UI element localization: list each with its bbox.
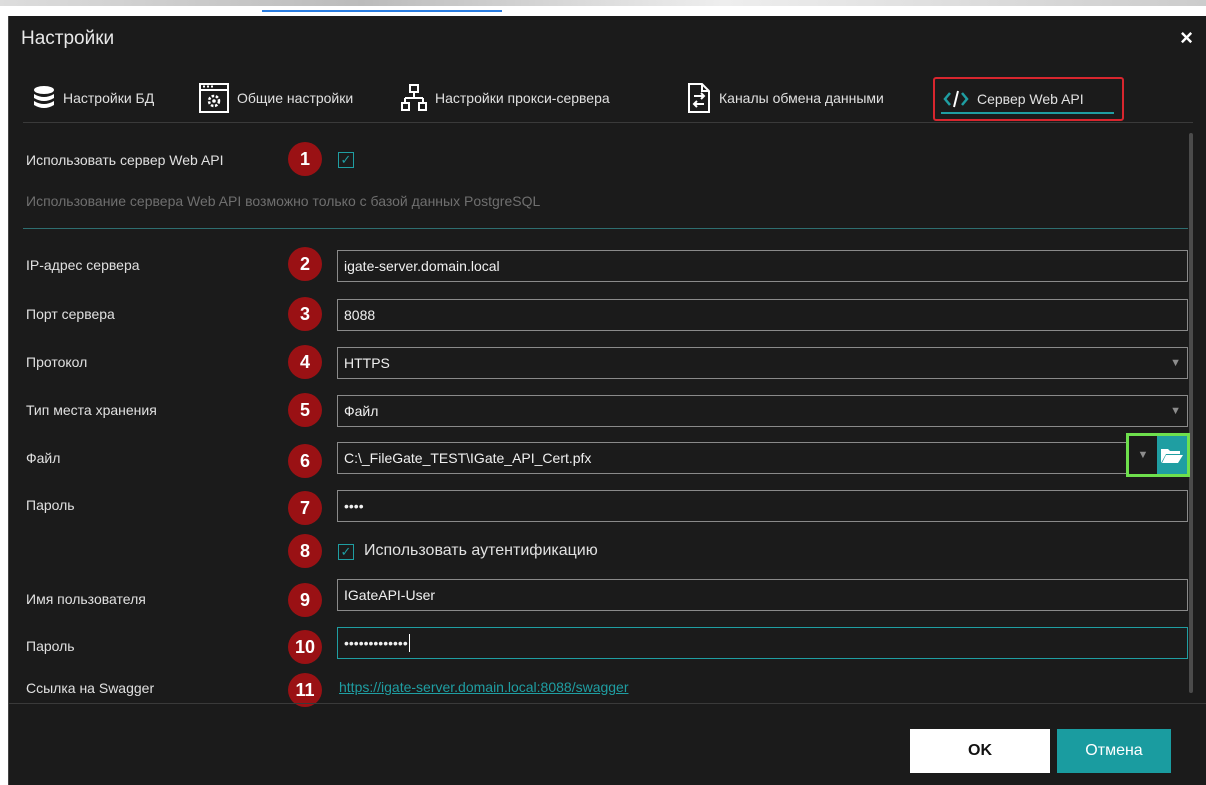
- chevron-down-icon: ▼: [1170, 405, 1181, 417]
- tab-proxy-settings[interactable]: Настройки прокси-сервера: [401, 76, 610, 120]
- username-label: Имя пользователя: [26, 591, 146, 607]
- step-badge: 6: [288, 444, 322, 478]
- storage-label: Тип места хранения: [26, 402, 157, 418]
- password-label: Пароль: [26, 497, 75, 513]
- text-cursor: [408, 634, 410, 652]
- swagger-label: Ссылка на Swagger: [26, 680, 155, 696]
- check-icon: ✓: [340, 152, 352, 167]
- tab-general-settings[interactable]: Общие настройки: [199, 76, 353, 120]
- use-webapi-label: Использовать сервер Web API: [26, 152, 224, 168]
- ip-label: IP-адрес сервера: [26, 257, 140, 273]
- storage-select[interactable]: Файл ▼: [337, 395, 1188, 427]
- tab-label: Общие настройки: [237, 90, 354, 106]
- scrollbar[interactable]: [1189, 133, 1193, 693]
- close-icon[interactable]: ×: [1180, 25, 1193, 51]
- ok-button[interactable]: OK: [910, 729, 1050, 773]
- code-icon: [943, 89, 969, 109]
- settings-dialog: Настройки × Настройки БД Общие настройки…: [8, 16, 1206, 785]
- step-badge: 5: [288, 393, 322, 427]
- section-divider: [23, 228, 1188, 229]
- check-icon: ✓: [340, 544, 352, 559]
- webapi-hint: Использование сервера Web API возможно т…: [26, 193, 541, 209]
- footer-divider: [9, 703, 1206, 704]
- use-auth-checkbox[interactable]: ✓: [338, 544, 354, 560]
- settings-window-icon: [199, 83, 229, 113]
- active-tab-indicator: [941, 112, 1114, 114]
- database-icon: [33, 85, 55, 111]
- cancel-button[interactable]: Отмена: [1057, 729, 1171, 773]
- tab-webapi-server[interactable]: Сервер Web API: [933, 77, 1124, 121]
- use-webapi-checkbox[interactable]: ✓: [338, 152, 354, 168]
- user-password-label: Пароль: [26, 638, 75, 654]
- password-input[interactable]: ••••: [337, 490, 1188, 522]
- folder-open-icon[interactable]: [1157, 436, 1187, 474]
- protocol-select[interactable]: HTTPS ▼: [337, 347, 1188, 379]
- background-strip: [0, 0, 1206, 16]
- step-badge: 1: [288, 142, 322, 176]
- chevron-down-icon: ▼: [1170, 357, 1181, 369]
- port-input[interactable]: 8088: [337, 299, 1188, 331]
- tab-data-channels[interactable]: Каналы обмена данными: [687, 76, 884, 120]
- tab-db-settings[interactable]: Настройки БД: [33, 76, 154, 120]
- file-browse-control[interactable]: ▼: [1126, 433, 1190, 477]
- tab-label: Настройки БД: [63, 90, 155, 106]
- swagger-link[interactable]: https://igate-server.domain.local:8088/s…: [339, 679, 629, 695]
- tab-divider: [23, 122, 1193, 123]
- file-exchange-icon: [687, 83, 711, 113]
- step-badge: 2: [288, 247, 322, 281]
- step-badge: 11: [288, 673, 322, 707]
- ip-input[interactable]: igate-server.domain.local: [337, 250, 1188, 282]
- use-auth-label: Использовать аутентификацию: [364, 542, 598, 559]
- tab-label: Сервер Web API: [977, 91, 1084, 107]
- dialog-title: Настройки: [21, 28, 115, 49]
- protocol-label: Протокол: [26, 354, 88, 370]
- file-label: Файл: [26, 450, 61, 466]
- step-badge: 3: [288, 297, 322, 331]
- title-bar: Настройки ×: [9, 16, 1206, 62]
- username-input[interactable]: IGateAPI-User: [337, 579, 1188, 611]
- chevron-down-icon[interactable]: ▼: [1129, 436, 1157, 474]
- port-label: Порт сервера: [26, 306, 115, 322]
- step-badge: 8: [288, 534, 322, 568]
- file-path-input[interactable]: C:\_FileGate_TEST\IGate_API_Cert.pfx: [337, 442, 1127, 474]
- user-password-input[interactable]: •••••••••••••: [337, 627, 1188, 659]
- step-badge: 4: [288, 345, 322, 379]
- tab-bar: Настройки БД Общие настройки Настройки п…: [9, 76, 1206, 126]
- tab-label: Каналы обмена данными: [719, 90, 884, 106]
- step-badge: 7: [288, 491, 322, 525]
- step-badge: 9: [288, 583, 322, 617]
- step-badge: 10: [288, 630, 322, 664]
- network-icon: [401, 84, 427, 112]
- tab-label: Настройки прокси-сервера: [435, 90, 610, 106]
